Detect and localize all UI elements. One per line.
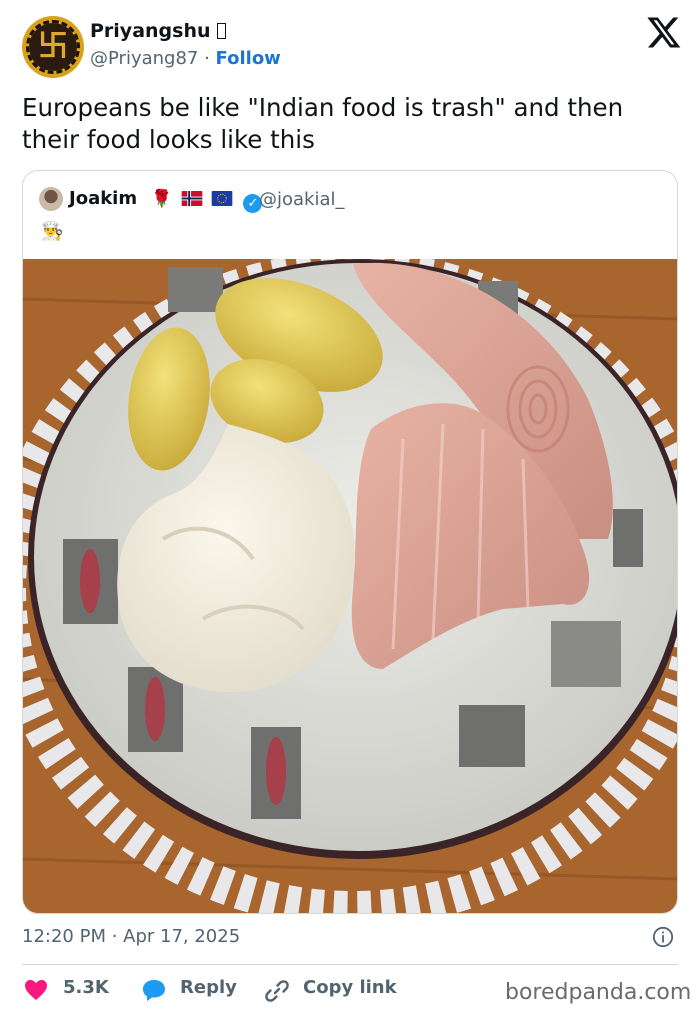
reply-bubble-icon[interactable] (141, 978, 167, 1002)
copy-link-button[interactable]: Copy link (303, 977, 397, 998)
watermark: boredpanda.com (505, 980, 692, 1005)
quoted-author-handle[interactable]: @joakial_ (259, 189, 345, 210)
missing-glyph-icon (216, 23, 226, 39)
avatar-glyph: 卐 (38, 29, 68, 64)
chef-emoji: 👨‍🍳 (41, 221, 64, 242)
footer-divider (22, 964, 678, 965)
heart-icon[interactable] (24, 979, 48, 1001)
info-icon[interactable] (652, 926, 674, 948)
author-name[interactable]: Priyangshu (90, 20, 226, 42)
tweet-text: Europeans be like "Indian food is trash"… (22, 93, 624, 154)
x-logo-icon[interactable] (646, 14, 682, 50)
eu-flag-icon (211, 191, 233, 206)
author-avatar[interactable]: 卐 (22, 16, 84, 78)
follow-button[interactable]: Follow (216, 48, 281, 69)
food-photo[interactable] (23, 259, 678, 914)
handle-separator: · (198, 48, 216, 69)
rose-emoji: 🌹 (151, 189, 173, 209)
like-count[interactable]: 5.3K (63, 977, 109, 998)
norway-flag-icon (181, 191, 202, 206)
tweet-timestamp[interactable]: 12:20 PM · Apr 17, 2025 (22, 926, 240, 947)
quoted-author-name[interactable]: Joakim (69, 188, 137, 209)
quoted-tweet-card[interactable]: Joakim 🌹 ✓ @joakial_ 👨‍🍳 (22, 170, 678, 914)
author-handle-line: @Priyang87 · Follow (90, 48, 281, 69)
link-icon[interactable] (264, 978, 290, 1004)
reply-button[interactable]: Reply (180, 977, 237, 998)
author-name-text[interactable]: Priyangshu (90, 20, 211, 42)
author-handle[interactable]: @Priyang87 (90, 48, 198, 69)
quoted-author-avatar[interactable] (39, 187, 63, 211)
quoted-author-emojis: 🌹 ✓ (151, 189, 263, 213)
